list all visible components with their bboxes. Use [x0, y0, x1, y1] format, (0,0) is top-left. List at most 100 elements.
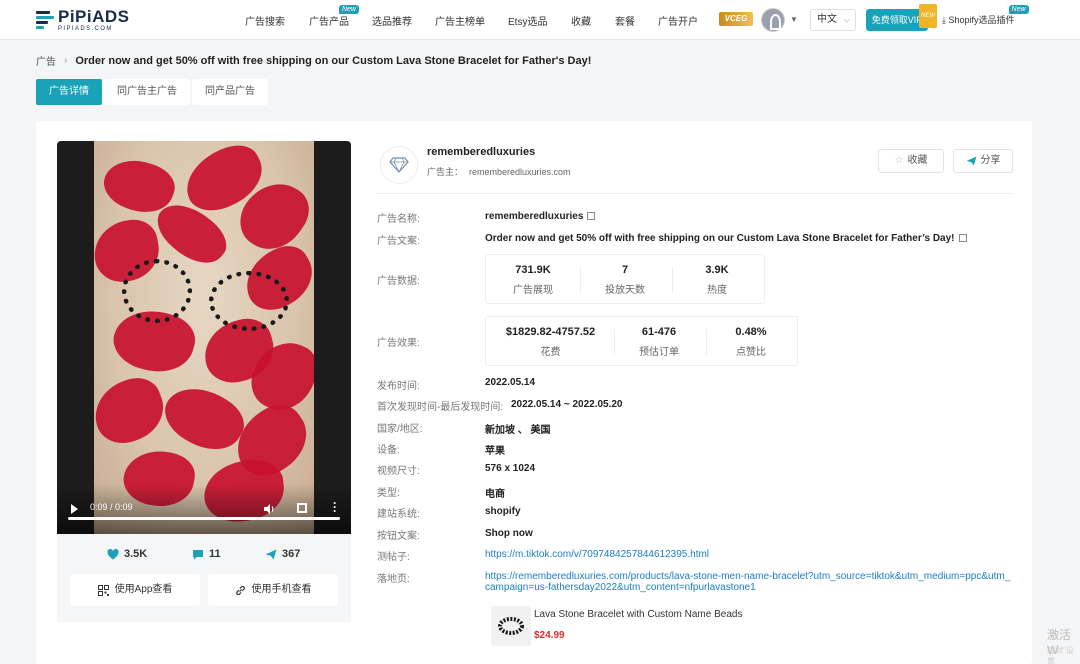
first-last-label: 首次发现时间-最后发现时间:: [377, 402, 504, 413]
breadcrumb: 广告 › Order now and get 50% off with free…: [36, 53, 592, 69]
tab-same-product[interactable]: 同产品广告: [192, 79, 268, 105]
product-card[interactable]: Lava Stone Bracelet with Custom Name Bea…: [485, 601, 765, 651]
nav-item-plans[interactable]: 套餐: [615, 13, 635, 28]
ad-data-label: 广告数据:: [377, 276, 420, 287]
more-options-icon[interactable]: · · ·: [333, 497, 337, 517]
share-button[interactable]: 分享: [953, 149, 1013, 173]
orders-value: 61-476: [641, 326, 677, 338]
device-value: 苹果: [485, 442, 505, 457]
advertiser-domain-line: 广告主： rememberedluxuries.com: [427, 165, 571, 178]
view-on-phone-button[interactable]: 使用手机查看: [208, 574, 338, 606]
like-ratio-label: 点赞比: [736, 347, 766, 358]
region-label: 国家/地区:: [377, 424, 423, 435]
view-in-app-button[interactable]: 使用App查看: [70, 574, 200, 606]
share-label: 分享: [980, 155, 1001, 166]
publish-label: 发布时间:: [377, 381, 420, 392]
copy-icon[interactable]: [587, 212, 596, 220]
like-ratio-value: 0.48%: [735, 326, 767, 338]
language-value: 中文: [817, 14, 837, 25]
page-title: Order now and get 50% off with free ship…: [75, 54, 592, 67]
heat-value: 3.9K: [705, 264, 729, 276]
button-label: 按钮文案:: [377, 531, 420, 542]
impressions-stat: 731.9K 广告展现: [488, 264, 578, 296]
nav-item-product-picks[interactable]: 选品推荐: [372, 13, 412, 28]
view-in-app-label: 使用App查看: [114, 584, 173, 595]
video-controls: 0:09 / 0:09 · · ·: [57, 484, 351, 534]
days-stat: 7 投放天数: [580, 264, 670, 296]
download-icon: ⤓: [942, 15, 946, 25]
orders-label: 预估订单: [639, 347, 679, 358]
view-on-phone-label: 使用手机查看: [251, 584, 312, 595]
brand-url: PIPIADS.COM: [58, 26, 113, 32]
tab-same-advertiser[interactable]: 同广告主广告: [104, 79, 190, 105]
bracelet-image: [122, 259, 192, 323]
volume-icon[interactable]: [263, 503, 275, 515]
nav-item-label: 广告产品: [309, 17, 349, 28]
collect-button[interactable]: ☆ 收藏: [878, 149, 944, 173]
ad-name-value: rememberedluxuries: [485, 211, 596, 222]
button-value: Shop now: [485, 528, 533, 539]
type-label: 类型:: [377, 488, 400, 499]
tab-ad-details[interactable]: 广告详情: [36, 79, 102, 105]
spend-stat: $1829.82-4757.52 花费: [488, 326, 613, 358]
star-icon: ☆: [894, 155, 904, 166]
nav-item-etsy[interactable]: Etsy选品: [508, 13, 547, 28]
spend-label: 花费: [540, 347, 561, 358]
new-badge: New: [338, 5, 359, 14]
free-vip-button[interactable]: 免费领取VIP NEW: [866, 4, 937, 31]
ad-copy-label: 广告文案:: [377, 236, 420, 247]
detail-tabs: 广告详情 同广告主广告 同产品广告: [36, 79, 270, 105]
share-icon: [966, 156, 976, 166]
nav-item-advertiser-ranking[interactable]: 广告主榜单: [435, 13, 485, 28]
nav-item-favorites[interactable]: 收藏: [571, 13, 591, 28]
vip-new-tag: NEW: [919, 4, 937, 28]
free-vip-label: 免费领取VIP: [871, 15, 923, 25]
heart-icon: [107, 548, 119, 559]
advertiser-logo: [380, 146, 418, 184]
advertiser-name[interactable]: rememberedluxuries: [427, 146, 535, 158]
copy-icon[interactable]: [958, 234, 967, 242]
language-select[interactable]: 中文 ⌵: [810, 9, 856, 31]
test-link[interactable]: https://m.tiktok.com/v/70974842578446123…: [485, 549, 709, 560]
link-icon: [235, 585, 245, 595]
ad-name-text: rememberedluxuries: [485, 211, 584, 222]
plugin-label: Shopify选品插件: [948, 15, 1015, 25]
comment-icon: [193, 549, 203, 559]
avatar[interactable]: [761, 8, 785, 32]
shares-stat: 367: [265, 548, 300, 560]
device-label: 设备:: [377, 445, 400, 456]
share-icon: [265, 549, 277, 559]
impressions-label: 广告展现: [513, 285, 553, 296]
nav-item-ad-account[interactable]: 广告开户: [658, 13, 698, 28]
collect-label: 收藏: [907, 155, 928, 166]
bracelet-image: [209, 271, 289, 331]
ad-effect-box: $1829.82-4757.52 花费 61-476 预估订单 0.48% 点赞…: [485, 316, 798, 366]
diamond-icon: [389, 157, 409, 173]
ad-name-label: 广告名称:: [377, 214, 420, 225]
days-label: 投放天数: [605, 285, 645, 296]
breadcrumb-root[interactable]: 广告: [36, 53, 56, 68]
landing-page-link[interactable]: https://rememberedluxuries.com/products/…: [485, 571, 1013, 593]
video-progress-bar[interactable]: [68, 517, 340, 520]
size-label: 视频尺寸:: [377, 466, 420, 477]
shopify-plugin-link[interactable]: ⤓ Shopify选品插件 New: [942, 5, 1029, 26]
video-time: 0:09 / 0:09: [90, 502, 133, 512]
video-player[interactable]: 0:09 / 0:09 · · ·: [57, 141, 351, 534]
likes-count: 3.5K: [124, 548, 148, 560]
device-text: 苹果: [485, 446, 505, 457]
play-icon[interactable]: [71, 504, 78, 514]
video-stats-panel: 3.5K 11 367 使用App查看 使用手机查看: [57, 534, 351, 622]
shares-count: 367: [282, 548, 301, 560]
advertiser-domain[interactable]: rememberedluxuries.com: [469, 167, 571, 177]
type-value: 电商: [485, 489, 505, 500]
nav-item-ad-search[interactable]: 广告搜索: [245, 13, 285, 28]
logo-mark-icon: [36, 10, 54, 30]
ad-copy-text: Order now and get 50% off with free ship…: [485, 233, 955, 244]
logo[interactable]: PiPiADS PIPIADS.COM: [36, 8, 130, 32]
fullscreen-icon[interactable]: [297, 503, 307, 513]
nav-item-ad-products[interactable]: 广告产品 New: [309, 5, 359, 28]
orders-stat: 61-476 预估订单: [614, 326, 704, 358]
ad-data-box: 731.9K 广告展现 7 投放天数 3.9K 热度: [485, 254, 765, 304]
heat-stat: 3.9K 热度: [672, 264, 762, 296]
chevron-down-icon[interactable]: ▼: [790, 15, 798, 24]
